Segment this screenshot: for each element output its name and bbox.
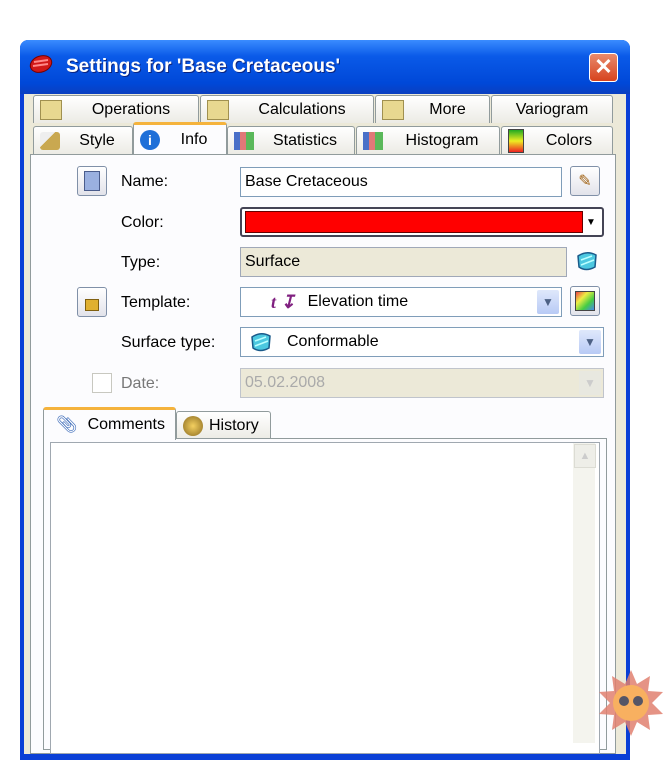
pencil-icon: ✎ [578, 173, 592, 190]
paperclip-icon: 📎︎ [56, 415, 78, 434]
tab-statistics[interactable]: Statistics [227, 126, 355, 154]
histogram-icon [363, 131, 383, 150]
surface-type-label: Surface type: [121, 334, 216, 351]
brush-icon [40, 131, 60, 150]
name-input[interactable]: Base Cretaceous [240, 167, 562, 197]
tab-colors[interactable]: Colors [501, 126, 613, 154]
color-template-icon [575, 291, 595, 311]
color-swatch [245, 211, 583, 233]
template-label: Template: [121, 294, 191, 311]
date-checkbox[interactable] [92, 373, 112, 393]
chevron-down-icon[interactable]: ▼ [579, 330, 601, 354]
tab-histogram[interactable]: Histogram [356, 126, 500, 154]
date-picker[interactable]: 05.02.2008 ▼ [240, 368, 604, 398]
type-label: Type: [121, 254, 161, 271]
surface-icon [577, 252, 597, 271]
sun-mascot-icon [599, 670, 663, 736]
tab-operations[interactable]: Operations [33, 95, 199, 123]
color-picker[interactable]: ▼ [240, 207, 604, 237]
name-object-button[interactable] [77, 166, 107, 196]
close-button[interactable]: ✕ [589, 53, 618, 82]
surface-icon [251, 333, 271, 352]
chevron-down-icon[interactable]: ▼ [537, 290, 559, 314]
tab-calculations[interactable]: Calculations [200, 95, 374, 123]
comments-textarea[interactable] [50, 442, 600, 754]
template-lock-button[interactable] [77, 287, 107, 317]
info-icon: i [140, 129, 160, 150]
folder-search-icon [40, 99, 62, 120]
clock-icon [183, 415, 203, 436]
color-scale-icon [508, 128, 524, 153]
surface-type-dropdown[interactable]: Conformable ▼ [240, 327, 604, 357]
date-label: Date: [121, 375, 160, 392]
template-dropdown[interactable]: t ↧ Elevation time ▼ [240, 287, 562, 317]
folder-search-icon [207, 99, 229, 120]
template-settings-button[interactable] [570, 286, 600, 316]
window-title: Settings for 'Base Cretaceous' [66, 56, 341, 77]
tab-more[interactable]: More [375, 95, 490, 123]
scroll-up-button[interactable]: ▲ [574, 444, 596, 468]
tab-history[interactable]: History [176, 411, 271, 439]
name-label: Name: [121, 173, 169, 190]
tab-comments[interactable]: 📎︎ Comments [43, 407, 176, 440]
bar-chart-icon [234, 131, 254, 150]
color-label: Color: [121, 214, 164, 231]
unlock-icon [85, 299, 99, 311]
tab-style[interactable]: Style [33, 126, 133, 154]
chevron-down-icon[interactable]: ▼ [579, 371, 601, 395]
time-template-icon: t ↧ [271, 291, 296, 312]
comments-scrollbar[interactable]: ▲ [573, 443, 596, 743]
surface-app-icon [29, 55, 53, 73]
folder-search-icon [382, 99, 404, 120]
edit-name-button[interactable]: ✎ [570, 166, 600, 196]
dropdown-arrow-icon: ▼ [586, 216, 596, 228]
tab-info[interactable]: i Info [133, 122, 227, 154]
type-field: Surface [240, 247, 567, 277]
calculator-icon [84, 171, 100, 191]
tab-variogram[interactable]: Variogram [491, 95, 613, 123]
